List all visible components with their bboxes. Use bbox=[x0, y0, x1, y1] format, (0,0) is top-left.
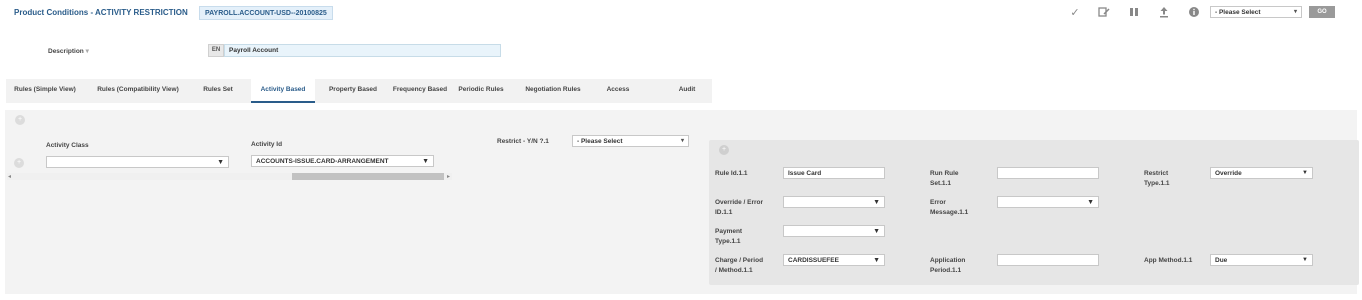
activity-id-label: Activity Id bbox=[251, 141, 283, 148]
rule-id-label: Rule Id.1.1 bbox=[715, 170, 748, 177]
action-select-value: - Please Select bbox=[1215, 9, 1261, 16]
add-activity-icon[interactable]: + bbox=[15, 115, 25, 125]
chevron-down-icon: ▼ bbox=[1302, 170, 1308, 176]
field-marker-icon: ▾ bbox=[85, 48, 89, 55]
app-method-value: Due bbox=[1215, 257, 1228, 264]
application-period-input[interactable] bbox=[997, 254, 1099, 266]
rule-id-input[interactable]: Issue Card bbox=[783, 167, 885, 179]
restrict-yn-select[interactable]: - Please Select ▾ bbox=[572, 135, 689, 147]
chevron-down-icon: ▼ bbox=[217, 159, 224, 166]
payment-type-label: Payment Type.1.1 bbox=[715, 228, 743, 245]
tab-access[interactable]: Access bbox=[600, 79, 636, 103]
tab-periodic-rules[interactable]: Periodic Rules bbox=[453, 79, 509, 103]
chevron-down-icon: ▼ bbox=[873, 257, 880, 264]
chevron-down-icon: ▼ bbox=[1302, 257, 1308, 263]
description-label: Description ▾ bbox=[48, 48, 89, 55]
charge-value: CARDISSUEFEE bbox=[788, 257, 839, 264]
chevron-down-icon: ▾ bbox=[680, 138, 684, 144]
check-icon[interactable]: ✓ bbox=[1068, 6, 1082, 20]
tab-negotiation-rules[interactable]: Negotiation Rules bbox=[515, 79, 591, 103]
edit-icon[interactable] bbox=[1097, 6, 1111, 20]
chevron-down-icon: ▾ bbox=[1293, 9, 1297, 15]
app-method-label: App Method.1.1 bbox=[1144, 257, 1193, 264]
tab-rules-simple-view[interactable]: Rules (Simple View) bbox=[6, 79, 84, 103]
tab-bar: Rules (Simple View) Rules (Compatibility… bbox=[6, 79, 712, 103]
tab-rules-set[interactable]: Rules Set bbox=[196, 79, 240, 103]
activity-class-label: Activity Class bbox=[46, 142, 89, 149]
tab-activity-based[interactable]: Activity Based bbox=[251, 79, 315, 103]
add-row-icon[interactable]: + bbox=[14, 158, 24, 168]
restrict-type-value: Override bbox=[1215, 170, 1242, 177]
charge-period-method-label: Charge / Period / Method.1.1 bbox=[715, 257, 764, 274]
tab-frequency-based[interactable]: Frequency Based bbox=[384, 79, 456, 103]
scrollbar-thumb[interactable] bbox=[292, 173, 444, 180]
go-button[interactable]: GO bbox=[1309, 6, 1335, 18]
activity-class-select[interactable]: ▼ bbox=[46, 156, 229, 168]
error-message-select[interactable]: ▼ bbox=[997, 196, 1099, 208]
scroll-left-icon[interactable]: ◂ bbox=[8, 173, 11, 180]
add-rule-icon[interactable]: + bbox=[719, 145, 729, 155]
activity-id-select[interactable]: ACCOUNTS-ISSUE.CARD-ARRANGEMENT ▼ bbox=[251, 155, 434, 167]
restrict-yn-label: Restrict - Y/N ?.1 bbox=[497, 138, 549, 145]
description-input[interactable]: Payroll Account bbox=[224, 44, 501, 57]
run-rule-set-input[interactable] bbox=[997, 167, 1099, 179]
upload-icon[interactable] bbox=[1157, 6, 1171, 20]
charge-period-method-select[interactable]: CARDISSUEFEE ▼ bbox=[783, 254, 885, 266]
error-message-label: Error Message.1.1 bbox=[930, 199, 969, 216]
restrict-type-label: Restrict Type.1.1 bbox=[1144, 170, 1170, 187]
chevron-down-icon: ▼ bbox=[873, 199, 880, 206]
restrict-yn-value: - Please Select bbox=[577, 138, 623, 145]
tab-audit[interactable]: Audit bbox=[670, 79, 704, 103]
info-icon[interactable] bbox=[1187, 6, 1201, 20]
override-error-id-label: Override / Error ID.1.1 bbox=[715, 199, 764, 216]
chevron-down-icon: ▼ bbox=[873, 228, 880, 235]
record-id-badge: PAYROLL.ACCOUNT-USD--20100825 bbox=[199, 6, 333, 20]
chevron-down-icon: ▼ bbox=[1087, 199, 1094, 206]
application-period-label: Application Period.1.1 bbox=[930, 257, 966, 274]
scroll-right-icon[interactable]: ▸ bbox=[447, 173, 450, 180]
pause-icon[interactable] bbox=[1127, 6, 1141, 20]
restrict-type-select[interactable]: Override ▼ bbox=[1210, 167, 1313, 179]
tab-property-based[interactable]: Property Based bbox=[318, 79, 388, 103]
run-rule-set-label: Run Rule Set.1.1 bbox=[930, 170, 959, 187]
chevron-down-icon: ▼ bbox=[422, 158, 429, 165]
tab-rules-compatibility-view[interactable]: Rules (Compatibility View) bbox=[86, 79, 190, 103]
activity-id-value: ACCOUNTS-ISSUE.CARD-ARRANGEMENT bbox=[256, 158, 389, 165]
app-method-select[interactable]: Due ▼ bbox=[1210, 254, 1313, 266]
page-title: Product Conditions - ACTIVITY RESTRICTIO… bbox=[14, 8, 188, 17]
payment-type-select[interactable]: ▼ bbox=[783, 225, 885, 237]
action-select[interactable]: - Please Select ▾ bbox=[1210, 6, 1302, 18]
override-error-id-select[interactable]: ▼ bbox=[783, 196, 885, 208]
language-badge: EN bbox=[208, 44, 224, 57]
